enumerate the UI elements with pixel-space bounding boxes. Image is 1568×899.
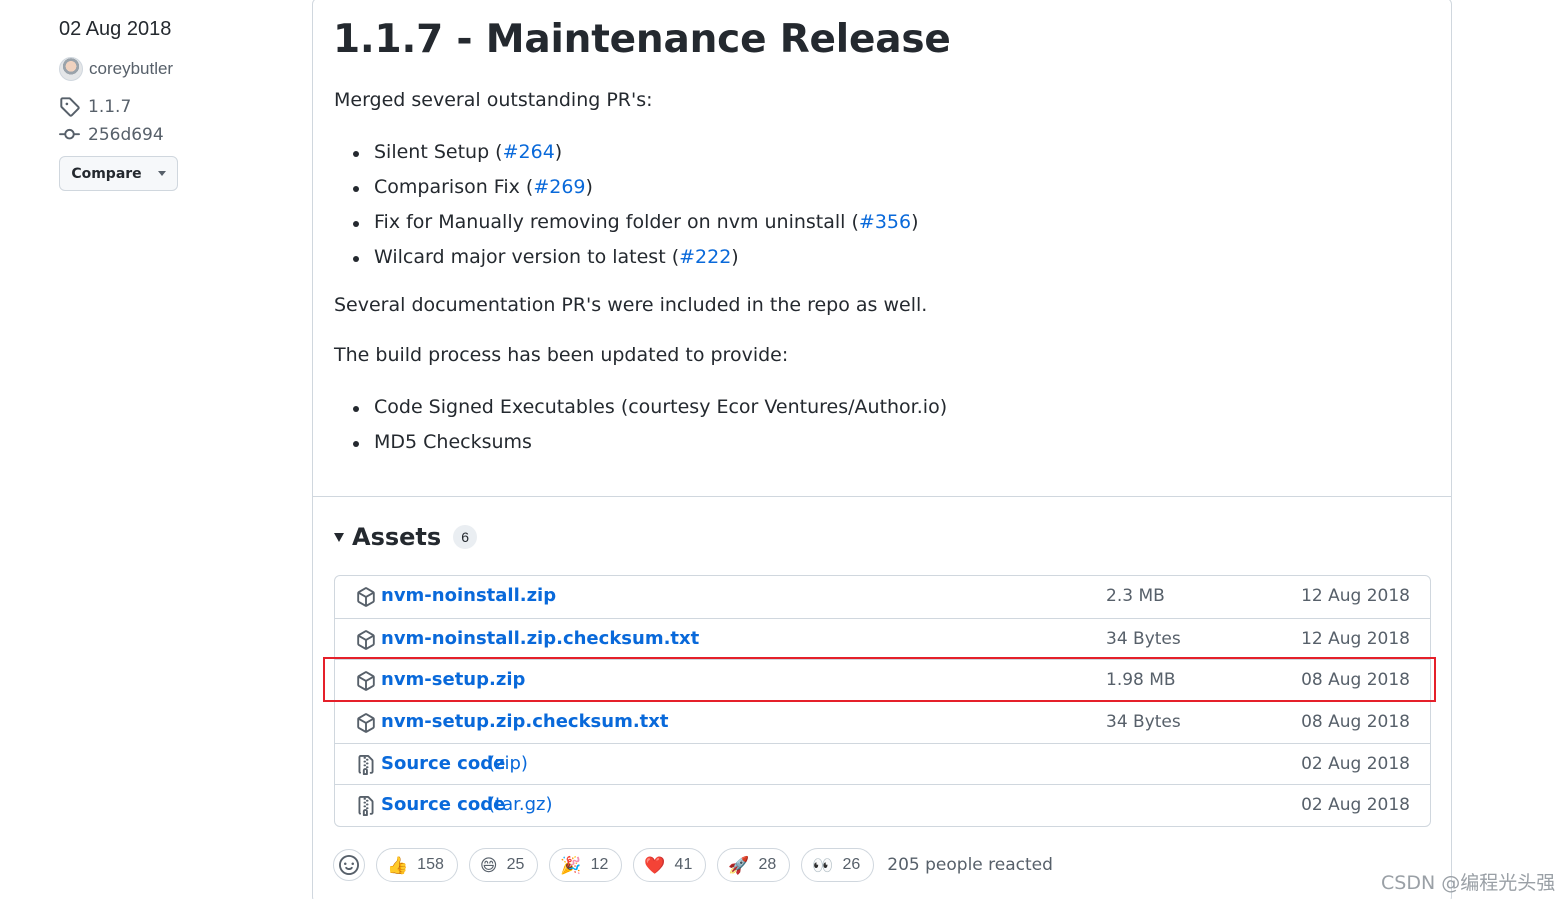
file-zip-icon: [358, 796, 374, 817]
release-card: 1.1.7 - Maintenance Release Merged sever…: [312, 0, 1452, 899]
author-link[interactable]: coreybutler: [59, 57, 173, 81]
reactions-bar: 👍 158 😄 25 🎉 12 ❤️ 41 🚀 28 👀 26 205 peop…: [333, 848, 1053, 882]
asset-date: 02 Aug 2018: [1301, 753, 1410, 774]
pr-link[interactable]: #222: [679, 246, 731, 268]
release-title[interactable]: 1.1.7 - Maintenance Release: [333, 17, 951, 62]
reaction-count: 25: [506, 856, 525, 873]
asset-row: Source code (tar.gz) 02 Aug 2018: [335, 784, 1430, 826]
asset-date: 02 Aug 2018: [1301, 795, 1410, 816]
asset-row: Source code (zip) 02 Aug 2018: [335, 742, 1430, 785]
asset-row: nvm-noinstall.zip.checksum.txt 34 Bytes …: [335, 617, 1430, 660]
avatar[interactable]: [59, 57, 83, 81]
divider: [313, 496, 1451, 497]
reaction-count: 26: [842, 856, 861, 873]
assets-toggle[interactable]: Assets 6: [334, 523, 478, 551]
list-item: Comparison Fix (#269): [334, 173, 919, 208]
package-icon: [357, 587, 375, 607]
asset-link[interactable]: nvm-noinstall.zip: [381, 585, 556, 606]
reaction-count: 28: [758, 856, 777, 873]
highlight-box: [323, 657, 1436, 702]
reaction-count: 158: [417, 856, 444, 873]
reaction-heart[interactable]: ❤️ 41: [633, 848, 707, 882]
list-item: MD5 Checksums: [334, 428, 947, 463]
reactions-summary: 205 people reacted: [887, 855, 1053, 875]
source-code-link[interactable]: Source code: [381, 753, 505, 774]
chevron-down-icon: [157, 171, 166, 176]
reaction-eyes[interactable]: 👀 26: [801, 848, 875, 882]
eyes-icon: 👀: [812, 855, 834, 875]
pr-list: Silent Setup (#264) Comparison Fix (#269…: [334, 138, 919, 278]
source-code-link[interactable]: Source code: [381, 794, 505, 815]
add-reaction-button[interactable]: [333, 849, 365, 881]
release-date: 02 Aug 2018: [59, 18, 172, 40]
thumbs-up-icon: 👍: [387, 855, 409, 875]
list-item: Silent Setup (#264): [334, 138, 919, 173]
compare-button[interactable]: Compare: [59, 156, 178, 191]
package-icon: [357, 629, 375, 650]
heart-icon: ❤️: [644, 855, 666, 875]
reaction-count: 12: [590, 856, 609, 873]
commit-link[interactable]: 256d694: [59, 124, 164, 145]
file-zip-icon: [358, 754, 374, 775]
asset-link[interactable]: nvm-noinstall.zip.checksum.txt: [381, 628, 699, 649]
asset-date: 08 Aug 2018: [1301, 712, 1410, 733]
package-icon: [357, 713, 375, 733]
list-item: Wilcard major version to latest (#222): [334, 243, 919, 278]
build-note: The build process has been updated to pr…: [334, 344, 789, 366]
reaction-rocket[interactable]: 🚀 28: [717, 848, 791, 882]
reaction-count: 41: [674, 856, 693, 873]
triangle-down-icon: [334, 532, 344, 542]
asset-size: 34 Bytes: [1106, 628, 1181, 649]
list-item: Fix for Manually removing folder on nvm …: [334, 208, 919, 243]
docs-note: Several documentation PR's were included…: [334, 294, 928, 316]
assets-count-badge: 6: [453, 525, 478, 549]
tag-icon: [60, 97, 80, 117]
asset-date: 12 Aug 2018: [1301, 586, 1410, 606]
watermark: CSDN @编程光头强: [1381, 872, 1556, 894]
reaction-hooray[interactable]: 🎉 12: [549, 848, 623, 882]
source-format[interactable]: (tar.gz): [488, 794, 552, 815]
compare-label: Compare: [71, 165, 142, 182]
asset-size: 34 Bytes: [1106, 712, 1181, 733]
pr-link[interactable]: #269: [533, 176, 585, 198]
build-list: Code Signed Executables (courtesy Ecor V…: [334, 393, 947, 463]
author-name[interactable]: coreybutler: [89, 59, 173, 79]
asset-row: nvm-setup.zip.checksum.txt 34 Bytes 08 A…: [335, 701, 1430, 743]
asset-size: 2.3 MB: [1106, 586, 1165, 606]
asset-date: 12 Aug 2018: [1301, 628, 1410, 649]
rocket-icon: 🚀: [728, 855, 750, 875]
laugh-icon: 😄: [479, 855, 498, 875]
tag-name[interactable]: 1.1.7: [88, 97, 131, 117]
pr-link[interactable]: #356: [859, 211, 911, 233]
assets-title[interactable]: Assets: [352, 523, 441, 551]
pr-link[interactable]: #264: [503, 141, 555, 163]
list-item: Code Signed Executables (courtesy Ecor V…: [334, 393, 947, 428]
release-intro: Merged several outstanding PR's:: [334, 89, 653, 111]
reaction-thumbs-up[interactable]: 👍 158: [376, 848, 458, 882]
smiley-icon: [339, 855, 359, 875]
reaction-laugh[interactable]: 😄 25: [468, 848, 539, 882]
tag-link[interactable]: 1.1.7: [59, 96, 131, 117]
asset-row: nvm-noinstall.zip 2.3 MB 12 Aug 2018: [335, 576, 1430, 618]
hooray-icon: 🎉: [560, 855, 582, 875]
commit-sha[interactable]: 256d694: [88, 125, 164, 145]
git-commit-icon: [59, 128, 80, 140]
asset-link[interactable]: nvm-setup.zip.checksum.txt: [381, 711, 668, 732]
source-format[interactable]: (zip): [488, 753, 528, 774]
